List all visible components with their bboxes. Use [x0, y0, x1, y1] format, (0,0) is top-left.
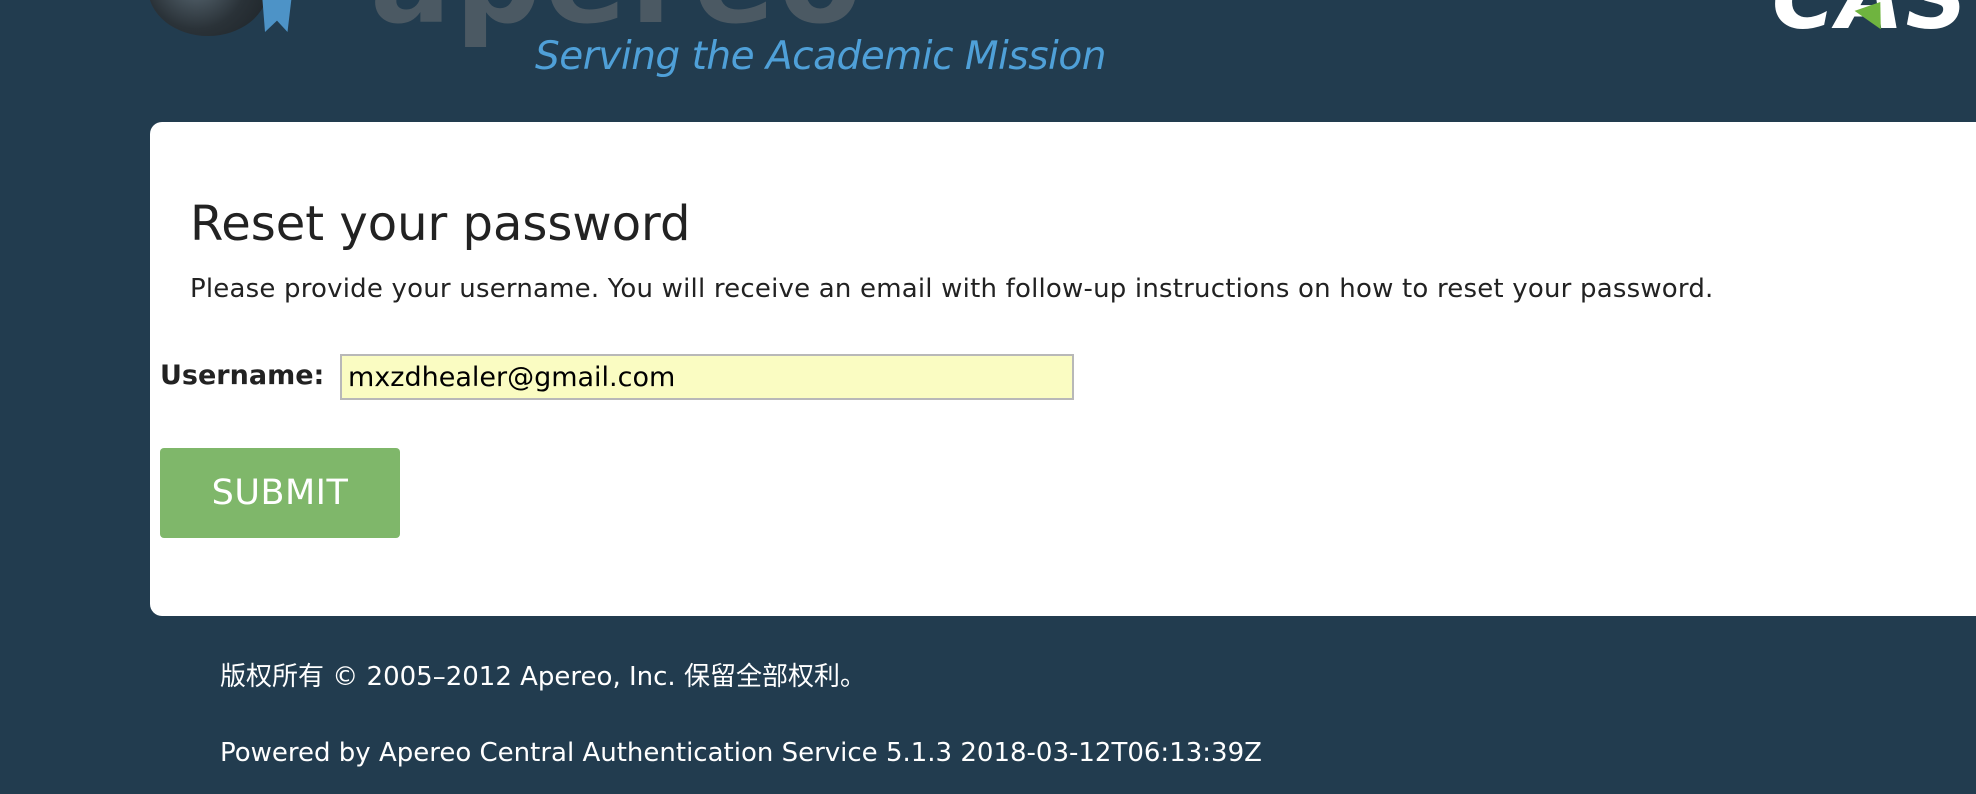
page-header: apereo Serving the Academic Mission CAS — [0, 0, 1976, 122]
tagline: Serving the Academic Mission — [535, 34, 1106, 79]
submit-button[interactable]: SUBMIT — [160, 448, 400, 538]
copyright-text: 版权所有 © 2005–2012 Apereo, Inc. 保留全部权利。 — [220, 662, 866, 692]
page-title: Reset your password — [190, 196, 691, 252]
instructions-text: Please provide your username. You will r… — [190, 274, 1714, 304]
username-label: Username: — [160, 360, 325, 391]
username-input[interactable] — [340, 354, 1074, 400]
powered-by-text: Powered by Apereo Central Authentication… — [220, 738, 1262, 768]
ribbon-icon — [262, 0, 292, 32]
reset-password-card: Reset your password Please provide your … — [150, 122, 1976, 616]
apereo-logo-icon — [148, 0, 268, 36]
